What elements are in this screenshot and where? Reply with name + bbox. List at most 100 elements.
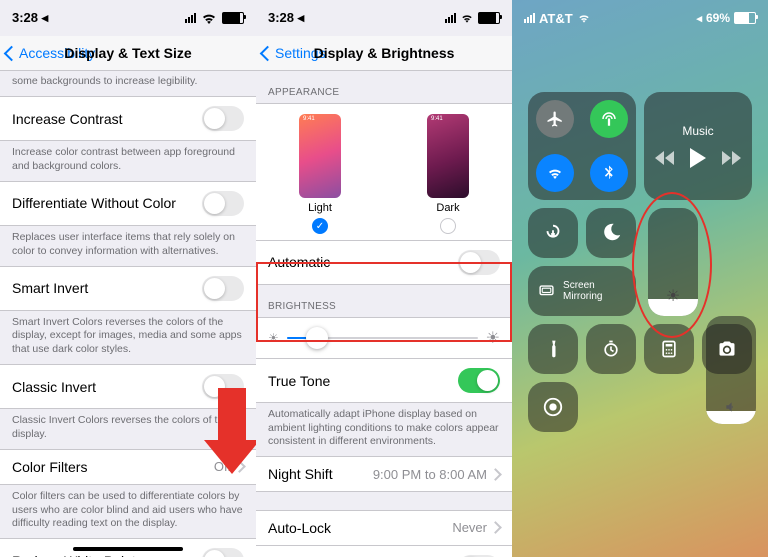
sun-large-icon: ☀︎ <box>486 328 500 348</box>
section-header-appearance: APPEARANCE <box>256 71 512 103</box>
camera-button[interactable] <box>702 324 752 374</box>
nav-bar: Settings Display & Brightness <box>256 36 512 71</box>
row-label: Night Shift <box>268 466 333 482</box>
row-label: Increase Contrast <box>12 111 123 127</box>
settings-list: APPEARANCE 9:41 Light 9:41 Dark Automati… <box>256 71 512 557</box>
screen-mirror-icon <box>538 281 555 301</box>
row-smart-invert[interactable]: Smart Invert <box>0 266 256 311</box>
chevron-left-icon <box>260 45 276 61</box>
screen-record-button[interactable] <box>528 382 578 432</box>
sun-small-icon: ☀︎ <box>268 331 279 345</box>
appearance-light[interactable]: 9:41 Light <box>299 114 341 234</box>
location-arrow-icon: ◂ <box>298 10 305 25</box>
switch-increase-contrast[interactable] <box>202 106 244 131</box>
row-classic-invert[interactable]: Classic Invert <box>0 364 256 409</box>
increase-contrast-note: Increase color contrast between app fore… <box>0 141 256 181</box>
row-label: Automatic <box>268 254 330 270</box>
settings-list: some backgrounds to increase legibility.… <box>0 71 256 557</box>
wallpaper-dark-thumb: 9:41 <box>427 114 469 198</box>
row-differentiate-color[interactable]: Differentiate Without Color <box>0 181 256 226</box>
back-label: Accessibility <box>19 45 95 61</box>
appearance-label: Dark <box>436 202 459 214</box>
airplane-button[interactable] <box>536 100 574 138</box>
cellular-button[interactable] <box>590 100 628 138</box>
screen-mirroring-button[interactable]: Screen Mirroring <box>528 266 636 316</box>
battery-icon <box>734 12 756 24</box>
speaker-icon <box>724 400 738 414</box>
battery-icon <box>478 12 500 24</box>
row-color-filters[interactable]: Color Filters Off <box>0 449 256 485</box>
home-indicator[interactable] <box>73 547 183 551</box>
wifi-icon <box>577 11 591 25</box>
nav-bar: Accessibility Display & Text Size <box>0 36 256 71</box>
chevron-right-icon <box>489 468 502 481</box>
forward-button[interactable] <box>722 151 741 165</box>
classic-invert-note: Classic Invert Colors reverses the color… <box>0 409 256 449</box>
row-detail: Off <box>214 459 231 474</box>
timer-button[interactable] <box>586 324 636 374</box>
switch-reduce-white-point[interactable] <box>202 548 244 557</box>
row-night-shift[interactable]: Night Shift 9:00 PM to 8:00 AM <box>256 456 512 492</box>
orientation-lock-button[interactable] <box>528 208 578 258</box>
row-automatic[interactable]: Automatic <box>256 240 512 285</box>
panel-accessibility: 3:28 ◂ Accessibility Display & Text Size… <box>0 0 256 557</box>
carrier-label: AT&T <box>539 11 573 26</box>
status-time: 3:28 <box>12 10 38 25</box>
section-header-brightness: BRIGHTNESS <box>256 285 512 317</box>
back-button[interactable]: Accessibility <box>6 45 95 61</box>
radio-light[interactable] <box>312 218 328 234</box>
status-bar: 3:28 ◂ <box>0 0 256 36</box>
brightness-slider[interactable] <box>287 337 478 339</box>
row-label: Classic Invert <box>12 379 96 395</box>
signal-icon <box>445 13 456 23</box>
brightness-slider-row: ☀︎ ☀︎ <box>256 317 512 359</box>
differentiate-color-note: Replaces user interface items that rely … <box>0 226 256 266</box>
wifi-button[interactable] <box>536 154 574 192</box>
chevron-right-icon <box>233 461 246 474</box>
bluetooth-button[interactable] <box>590 154 628 192</box>
row-label: Color Filters <box>12 459 87 475</box>
smart-invert-note: Smart Invert Colors reverses the colors … <box>0 311 256 365</box>
appearance-dark[interactable]: 9:41 Dark <box>427 114 469 234</box>
brightness-control[interactable]: ☀︎ <box>648 208 698 316</box>
row-label: Differentiate Without Color <box>12 195 176 211</box>
mirror-label: Screen Mirroring <box>563 280 626 302</box>
row-increase-contrast[interactable]: Increase Contrast <box>0 96 256 141</box>
row-label: Reduce White Point <box>12 553 136 557</box>
row-label: Auto-Lock <box>268 520 331 536</box>
status-time: 3:28 <box>268 10 294 25</box>
switch-differentiate-color[interactable] <box>202 191 244 216</box>
status-bar: AT&T ◂ 69% <box>512 0 768 36</box>
row-label: Smart Invert <box>12 280 88 296</box>
connectivity-tile[interactable] <box>528 92 636 200</box>
row-true-tone[interactable]: True Tone <box>256 358 512 403</box>
back-button[interactable]: Settings <box>262 45 326 61</box>
back-label: Settings <box>275 45 326 61</box>
play-button[interactable] <box>690 148 706 168</box>
music-label: Music <box>682 124 713 138</box>
flashlight-button[interactable] <box>528 324 578 374</box>
chevron-left-icon <box>4 45 20 61</box>
legibility-note: some backgrounds to increase legibility. <box>0 71 256 97</box>
radio-dark[interactable] <box>440 218 456 234</box>
calculator-button[interactable] <box>644 324 694 374</box>
appearance-picker: 9:41 Light 9:41 Dark <box>256 103 512 240</box>
battery-percent: 69% <box>706 11 730 25</box>
panel-display-brightness: 3:28 ◂ Settings Display & Brightness APP… <box>256 0 512 557</box>
do-not-disturb-button[interactable] <box>586 208 636 258</box>
sun-icon: ☀︎ <box>666 286 680 306</box>
true-tone-note: Automatically adapt iPhone display based… <box>256 403 512 457</box>
signal-icon <box>524 13 535 23</box>
row-label: True Tone <box>268 373 330 389</box>
switch-automatic[interactable] <box>458 250 500 275</box>
switch-true-tone[interactable] <box>458 368 500 393</box>
music-tile[interactable]: Music <box>644 92 752 200</box>
row-raise-to-wake[interactable]: Raise to Wake <box>256 545 512 557</box>
row-auto-lock[interactable]: Auto-Lock Never <box>256 510 512 546</box>
rewind-button[interactable] <box>655 151 674 165</box>
switch-smart-invert[interactable] <box>202 276 244 301</box>
battery-icon <box>222 12 244 24</box>
signal-icon <box>185 13 196 23</box>
switch-classic-invert[interactable] <box>202 374 244 399</box>
row-detail: Never <box>452 520 487 535</box>
